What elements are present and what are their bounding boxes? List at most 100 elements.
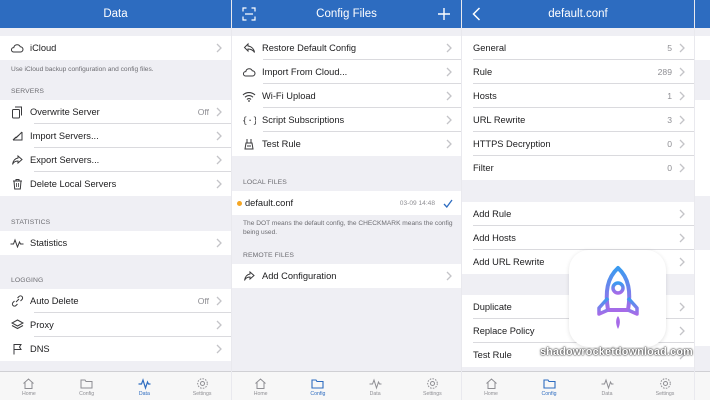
tab-data[interactable]: Data (116, 372, 174, 400)
chevron-right-icon (679, 91, 685, 101)
hosts-count: 1 (667, 91, 672, 101)
tab-bar: Home Config Data Settings (232, 371, 461, 400)
nav-bar: Config Files (232, 0, 461, 28)
chevron-right-icon (216, 238, 222, 248)
partial-panel (695, 0, 710, 400)
chevron-right-icon (216, 296, 222, 306)
icloud-row[interactable]: iCloud (0, 36, 231, 60)
tab-data[interactable]: Data (347, 372, 404, 400)
auto-delete-row[interactable]: Auto Delete Off (0, 289, 231, 313)
tab-home[interactable]: Home (462, 372, 520, 400)
trash-icon (9, 176, 25, 192)
import-from-cloud-row[interactable]: Import From Cloud... (232, 60, 461, 84)
rule-count: 289 (657, 67, 672, 77)
stack-icon (9, 317, 25, 333)
chevron-right-icon (679, 67, 685, 77)
section-header-local-files: LOCAL FILES (243, 179, 287, 186)
filter-row[interactable]: Filter 0 (462, 156, 694, 180)
chevron-right-icon (679, 209, 685, 219)
copy-icon (9, 104, 25, 120)
tab-config[interactable]: Config (289, 372, 346, 400)
rule-row[interactable]: Rule 289 (462, 60, 694, 84)
tab-bar: Home Config Data Settings (0, 371, 231, 400)
https-count: 0 (667, 139, 672, 149)
page-title: Config Files (316, 8, 377, 20)
add-hosts-row[interactable]: Add Hosts (462, 226, 694, 250)
link-icon (9, 293, 25, 309)
restore-icon (241, 40, 257, 56)
export-icon (9, 152, 25, 168)
chevron-right-icon (216, 179, 222, 189)
gear-icon (659, 378, 671, 389)
add-rule-row[interactable]: Add Rule (462, 202, 694, 226)
add-configuration-row[interactable]: Add Configuration (232, 264, 461, 288)
tab-settings[interactable]: Settings (404, 372, 461, 400)
proxy-row[interactable]: Proxy (0, 313, 231, 337)
chevron-right-icon (679, 163, 685, 173)
file-name: default.conf (245, 198, 294, 208)
test-icon (241, 136, 257, 152)
chevron-right-icon (216, 107, 222, 117)
plus-icon[interactable] (437, 0, 451, 28)
chevron-right-icon (216, 155, 222, 165)
cloud-icon (241, 64, 257, 80)
import-servers-row[interactable]: Import Servers... (0, 124, 231, 148)
chevron-right-icon (216, 131, 222, 141)
tab-config[interactable]: Config (58, 372, 116, 400)
chevron-right-icon (679, 139, 685, 149)
restore-default-config-row[interactable]: Restore Default Config (232, 36, 461, 60)
chevron-right-icon (446, 91, 452, 101)
overwrite-server-row[interactable]: Overwrite Server Off (0, 100, 231, 124)
chevron-right-icon (446, 67, 452, 77)
general-row[interactable]: General 5 (462, 36, 694, 60)
https-decryption-row[interactable]: HTTPS Decryption 0 (462, 132, 694, 156)
chevron-right-icon (446, 271, 452, 281)
auto-delete-value: Off (197, 296, 209, 306)
dns-row[interactable]: DNS (0, 337, 231, 361)
delete-local-servers-row[interactable]: Delete Local Servers (0, 172, 231, 196)
export-servers-row[interactable]: Export Servers... (0, 148, 231, 172)
tab-home[interactable]: Home (232, 372, 289, 400)
section-header-servers: SERVERS (11, 88, 45, 95)
url-rewrite-count: 3 (667, 115, 672, 125)
chevron-right-icon (446, 115, 452, 125)
export-icon (241, 268, 257, 284)
script-subscriptions-row[interactable]: {·} Script Subscriptions (232, 108, 461, 132)
config-list: Restore Default Config Import From Cloud… (232, 28, 461, 371)
tab-settings[interactable]: Settings (636, 372, 694, 400)
data-panel: Data iCloud Use iCloud backup configurat… (0, 0, 231, 400)
chevron-right-icon (446, 139, 452, 149)
file-date: 03-09 14:48 (399, 199, 435, 207)
chevron-right-icon (679, 233, 685, 243)
file-legend-note: The DOT means the default config, the CH… (243, 220, 453, 236)
wifi-upload-row[interactable]: Wi-Fi Upload (232, 84, 461, 108)
chevron-right-icon (216, 320, 222, 330)
home-icon (23, 378, 35, 389)
nav-bar: Data (0, 0, 231, 28)
chevron-right-icon (679, 326, 685, 336)
test-rule-row[interactable]: Test Rule (232, 132, 461, 156)
checkmark-icon (443, 199, 453, 208)
pulse-icon (9, 235, 25, 251)
chevron-right-icon (216, 344, 222, 354)
tab-bar: Home Config Data Settings (462, 371, 694, 400)
chevron-right-icon (446, 43, 452, 53)
scan-icon[interactable] (242, 0, 256, 28)
nav-bar (695, 0, 710, 28)
tab-settings[interactable]: Settings (173, 372, 231, 400)
overwrite-value: Off (197, 107, 209, 117)
statistics-row[interactable]: Statistics (0, 231, 231, 255)
tab-config[interactable]: Config (520, 372, 578, 400)
back-icon[interactable] (472, 0, 481, 28)
tab-home[interactable]: Home (0, 372, 58, 400)
general-count: 5 (667, 43, 672, 53)
hosts-row[interactable]: Hosts 1 (462, 84, 694, 108)
svg-text:{·}: {·} (242, 117, 256, 127)
chevron-right-icon (679, 115, 685, 125)
url-rewrite-row[interactable]: URL Rewrite 3 (462, 108, 694, 132)
folder-icon (311, 379, 324, 389)
chevron-right-icon (679, 257, 685, 267)
pulse-icon (369, 378, 382, 390)
local-file-row[interactable]: default.conf 03-09 14:48 (232, 191, 461, 215)
tab-data[interactable]: Data (578, 372, 636, 400)
